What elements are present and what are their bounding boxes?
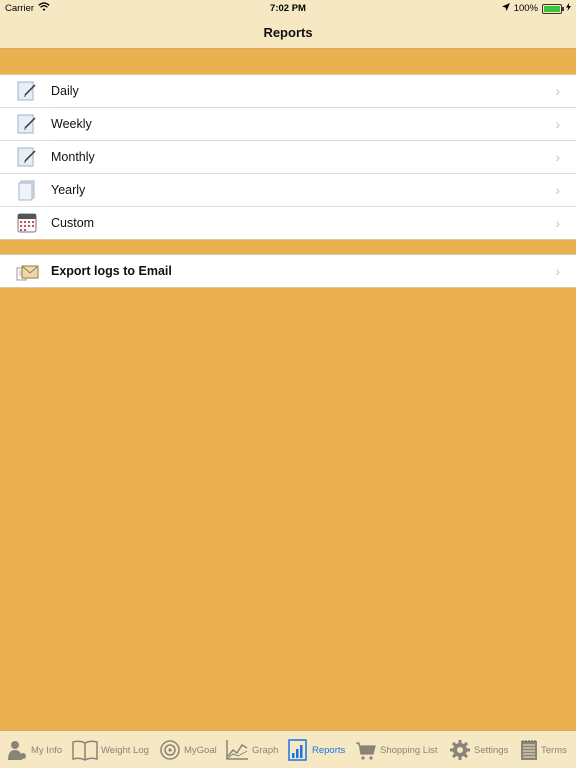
page-title: Reports (263, 25, 313, 40)
report-label: Daily (51, 84, 79, 98)
calendar-icon (16, 212, 38, 234)
status-time: 7:02 PM (270, 3, 306, 14)
tab-label: My Info (31, 744, 63, 756)
tab-label: Shopping List (380, 744, 438, 756)
tab-weight-log[interactable]: Weight Log (72, 737, 149, 763)
tab-bar: My Info Weight Log MyGoal Graph Reports … (0, 730, 576, 768)
graph-icon (225, 739, 249, 761)
chevron-right-icon: › (555, 182, 560, 198)
navigation-bar: Reports (0, 17, 576, 49)
reports-list: Daily › Weekly › Monthly › Yearly › Cust… (0, 74, 576, 240)
tab-reports[interactable]: Reports (287, 737, 345, 763)
gear-icon (449, 739, 471, 761)
chevron-right-icon: › (555, 116, 560, 132)
charging-bolt-icon (566, 3, 571, 14)
report-row-custom[interactable]: Custom › (0, 207, 576, 239)
tab-label: Terms (541, 744, 567, 756)
status-bar: Carrier 7:02 PM 100% (0, 0, 576, 17)
cart-icon (355, 739, 377, 761)
report-label: Monthly (51, 150, 95, 164)
person-icon (6, 739, 28, 761)
tab-label: Weight Log (101, 744, 149, 756)
report-row-monthly[interactable]: Monthly › (0, 141, 576, 174)
tab-graph[interactable]: Graph (225, 737, 278, 763)
export-logs-row[interactable]: Export logs to Email › (0, 255, 576, 287)
notepad-icon (16, 80, 38, 102)
document-icon (16, 179, 38, 201)
chevron-right-icon: › (555, 215, 560, 231)
tab-label: Reports (312, 744, 346, 756)
export-section: Export logs to Email › (0, 254, 576, 288)
location-arrow-icon (501, 3, 510, 14)
tab-label: Settings (474, 744, 509, 756)
report-label: Weekly (51, 117, 92, 131)
tab-settings[interactable]: Settings (449, 737, 508, 763)
report-icon (287, 739, 309, 761)
report-label: Yearly (51, 183, 86, 197)
battery-percent: 100% (513, 3, 538, 14)
tab-my-info[interactable]: My Info (6, 737, 62, 763)
envelope-icon (16, 260, 39, 282)
export-label: Export logs to Email (51, 264, 172, 278)
chevron-right-icon: › (555, 149, 560, 165)
chevron-right-icon: › (555, 83, 560, 99)
chevron-right-icon: › (555, 263, 560, 279)
battery-icon (542, 3, 564, 14)
notepad-icon (16, 146, 38, 168)
report-row-yearly[interactable]: Yearly › (0, 174, 576, 207)
report-label: Custom (51, 216, 95, 230)
tab-label: MyGoal (184, 744, 217, 756)
target-icon (159, 739, 181, 761)
tab-mygoal[interactable]: MyGoal (159, 737, 217, 763)
book-icon (72, 739, 98, 761)
tab-label: Graph (252, 744, 279, 756)
tab-shopping-list[interactable]: Shopping List (355, 737, 438, 763)
notepad-icon (16, 113, 38, 135)
notes-icon (520, 739, 538, 761)
report-row-daily[interactable]: Daily › (0, 75, 576, 108)
report-row-weekly[interactable]: Weekly › (0, 108, 576, 141)
tab-terms[interactable]: Terms (520, 737, 567, 763)
